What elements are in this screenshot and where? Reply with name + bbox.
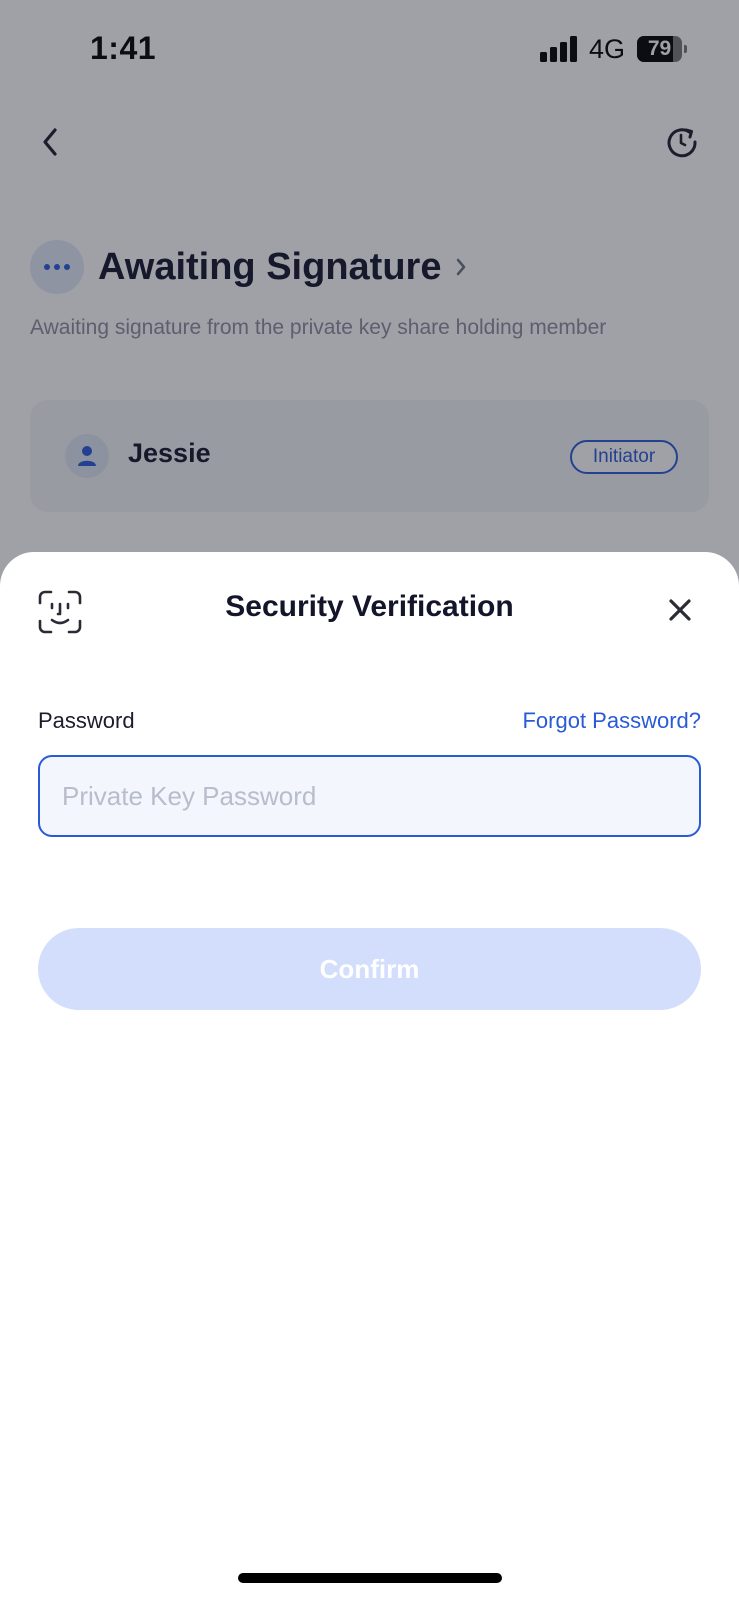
confirm-button[interactable]: Confirm [38,928,701,1010]
sheet-title: Security Verification [225,590,514,623]
close-button[interactable] [664,594,696,626]
close-icon [669,599,691,621]
private-key-password-input[interactable] [38,755,701,837]
security-verification-sheet: Security Verification Password Forgot Pa… [0,552,739,1600]
password-label: Password [38,708,135,733]
home-indicator[interactable] [238,1573,502,1583]
forgot-password-link[interactable]: Forgot Password? [522,708,701,734]
